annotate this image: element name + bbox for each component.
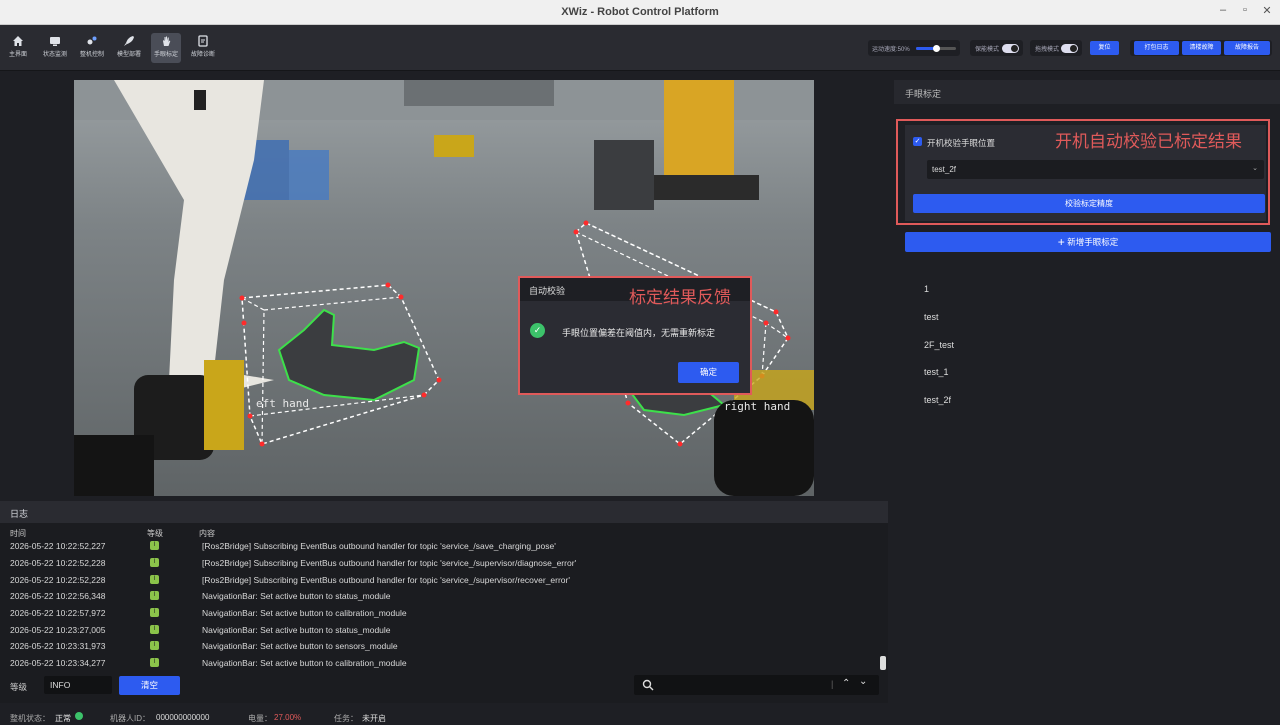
auto-check-section: ✓ 开机校验手眼位置 开机自动校验已标定结果 test_2f ⌄ 校验标定精度 <box>896 119 1270 225</box>
drag-mode-group: 拖拽模式 <box>1030 40 1082 56</box>
minimize-icon[interactable]: – <box>1215 4 1231 16</box>
nav-home[interactable]: 主界面 <box>3 33 33 63</box>
log-row: 2026-05-22 10:22:52,228 I [Ros2Bridge] Sub… <box>10 558 577 568</box>
speed-slider-handle[interactable] <box>933 45 940 52</box>
nav-machine-control[interactable]: 整机控制 <box>77 33 107 63</box>
robot-id-value: 000000000000 <box>156 713 210 722</box>
machine-status-value: 正常 <box>55 714 71 723</box>
verify-accuracy-button[interactable]: 校验标定精度 <box>913 194 1265 213</box>
log-scrollbar[interactable] <box>880 656 886 670</box>
log-row: 2026-05-22 10:23:34,277 I NavigationBar: S… <box>10 658 407 668</box>
plus-icon: + <box>1057 235 1065 249</box>
calibration-item[interactable]: test_1 <box>924 367 949 377</box>
auto-check-checkbox[interactable]: ✓ <box>913 137 922 146</box>
home-icon <box>13 36 23 46</box>
pack-log-button[interactable]: 打包日志 <box>1134 41 1179 55</box>
add-calibration-label: 新增手眼标定 <box>1067 237 1119 247</box>
dialog-annotation: 标定结果反馈 <box>629 288 731 307</box>
control-icon <box>87 36 97 45</box>
reset-button[interactable]: 复位 <box>1090 41 1119 55</box>
left-hand-label: eft hand <box>256 397 309 410</box>
auto-check-label: 开机校验手眼位置 <box>927 138 996 148</box>
window-titlebar: XWiz - Robot Control Platform – ▫ ✕ <box>0 0 1280 25</box>
auto-check-dialog: 自动校验 标定结果反馈 ✓ 手眼位置偏差在阈值内，无需重新标定 确定 <box>518 276 752 395</box>
battery-value: 27.00% <box>274 713 302 722</box>
nav-hand-eye-calibration[interactable]: 手眼标定 <box>151 33 181 63</box>
log-row: 2026-05-22 10:22:57,972 I NavigationBar: S… <box>10 608 407 618</box>
task-value: 未开启 <box>362 714 386 723</box>
close-icon[interactable]: ✕ <box>1259 4 1275 17</box>
hand-icon <box>163 36 171 46</box>
calibration-item[interactable]: test <box>924 312 939 322</box>
status-bar: 整机状态： 正常 机器人ID： 000000000000 电量： 27.00% … <box>0 707 1280 725</box>
calibration-select-value: test_2f <box>932 165 957 174</box>
log-panel: 日志 时间 等级 内容 2026-05-22 10:22:52,227 I [Ros… <box>0 501 888 703</box>
window-title: XWiz - Robot Control Platform <box>561 6 719 18</box>
nav-status-monitor[interactable]: 状态监测 <box>40 33 70 63</box>
chevron-up-icon[interactable]: ⌃ <box>842 678 850 689</box>
maximize-icon[interactable]: ▫ <box>1237 4 1253 16</box>
machine-status-label: 整机状态： <box>10 714 50 723</box>
nav-label: 状态监测 <box>42 52 67 58</box>
search-icon <box>642 679 654 691</box>
nav-label: 整机控制 <box>79 52 104 58</box>
speed-control: 运动速度:50% <box>868 40 960 56</box>
calibration-select[interactable]: test_2f ⌄ <box>927 160 1264 179</box>
calibration-item[interactable]: 1 <box>924 284 929 294</box>
drag-mode-label: 拖拽模式 <box>1035 47 1060 53</box>
log-search-box: | ⌃ ⌄ <box>634 675 879 695</box>
calibration-item[interactable]: 2F_test <box>924 340 954 350</box>
success-check-icon: ✓ <box>530 323 545 338</box>
clear-log-button[interactable]: 清空 <box>119 676 180 695</box>
log-row: 2026-05-22 10:22:52,228 I [Ros2Bridge] Sub… <box>10 575 570 585</box>
log-row: 2026-05-22 10:23:31,973 I NavigationBar: S… <box>10 641 398 651</box>
battery-label: 电量： <box>248 714 272 723</box>
log-row: 2026-05-22 10:23:27,005 I NavigationBar: S… <box>10 625 391 635</box>
fault-report-button[interactable]: 故障报告 <box>1224 41 1270 55</box>
speed-label: 运动速度:50% <box>872 47 910 53</box>
auto-check-card: ✓ 开机校验手眼位置 开机自动校验已标定结果 test_2f ⌄ 校验标定精度 <box>905 125 1266 221</box>
ok-button[interactable]: 确定 <box>678 362 739 383</box>
log-search-input[interactable] <box>660 678 825 692</box>
calibration-item[interactable]: test_2f <box>924 395 951 405</box>
nav-label: 主界面 <box>8 52 27 58</box>
robot-id-label: 机器人ID： <box>110 714 150 723</box>
search-divider: | <box>831 679 834 689</box>
dialog-message: 手眼位置偏差在阈值内，无需重新标定 <box>562 328 716 338</box>
calibration-panel: 手眼标定 ✓ 开机校验手眼位置 开机自动校验已标定结果 test_2f ⌄ 校验… <box>894 80 1280 696</box>
chevron-down-icon[interactable]: ⌄ <box>859 676 867 687</box>
safe-mode-toggle[interactable] <box>1002 44 1019 53</box>
rocket-icon <box>124 36 134 46</box>
nav-label: 故障诊断 <box>190 52 215 58</box>
speed-slider[interactable] <box>916 45 956 52</box>
panel-title: 手眼标定 <box>894 80 1280 104</box>
safe-mode-group: 保能模式 <box>970 40 1023 56</box>
log-title: 日志 <box>0 501 888 523</box>
nav-model-deploy[interactable]: 模型部署 <box>114 33 144 63</box>
clear-fault-button[interactable]: 清楼故障 <box>1182 41 1221 55</box>
chevron-down-icon: ⌄ <box>1252 165 1258 172</box>
log-row: 2026-05-22 10:22:52,227 I [Ros2Bridge] Sub… <box>10 541 556 551</box>
nav-label: 手眼标定 <box>153 52 178 58</box>
right-hand-label: right hand <box>724 400 790 413</box>
monitor-icon <box>50 37 60 46</box>
auto-check-annotation: 开机自动校验已标定结果 <box>1055 132 1242 151</box>
add-calibration-button[interactable]: + 新增手眼标定 <box>905 232 1271 252</box>
safe-mode-label: 保能模式 <box>975 47 1000 53</box>
task-label: 任务： <box>334 714 358 723</box>
log-row: 2026-05-22 10:22:56,348 I NavigationBar: S… <box>10 591 391 601</box>
diagnose-icon <box>198 35 208 47</box>
status-ok-indicator <box>75 712 83 720</box>
level-filter-select[interactable]: INFO <box>44 676 112 694</box>
nav-fault-diagnosis[interactable]: 故障诊断 <box>188 33 218 63</box>
level-filter-label: 等级 <box>10 682 28 692</box>
top-toolbar: 主界面 状态监测 整机控制 模型部署 手眼标定 故障诊断 运动速度:50% 保能… <box>0 25 1280 71</box>
drag-mode-toggle[interactable] <box>1061 44 1078 53</box>
nav-label: 模型部署 <box>116 52 141 58</box>
